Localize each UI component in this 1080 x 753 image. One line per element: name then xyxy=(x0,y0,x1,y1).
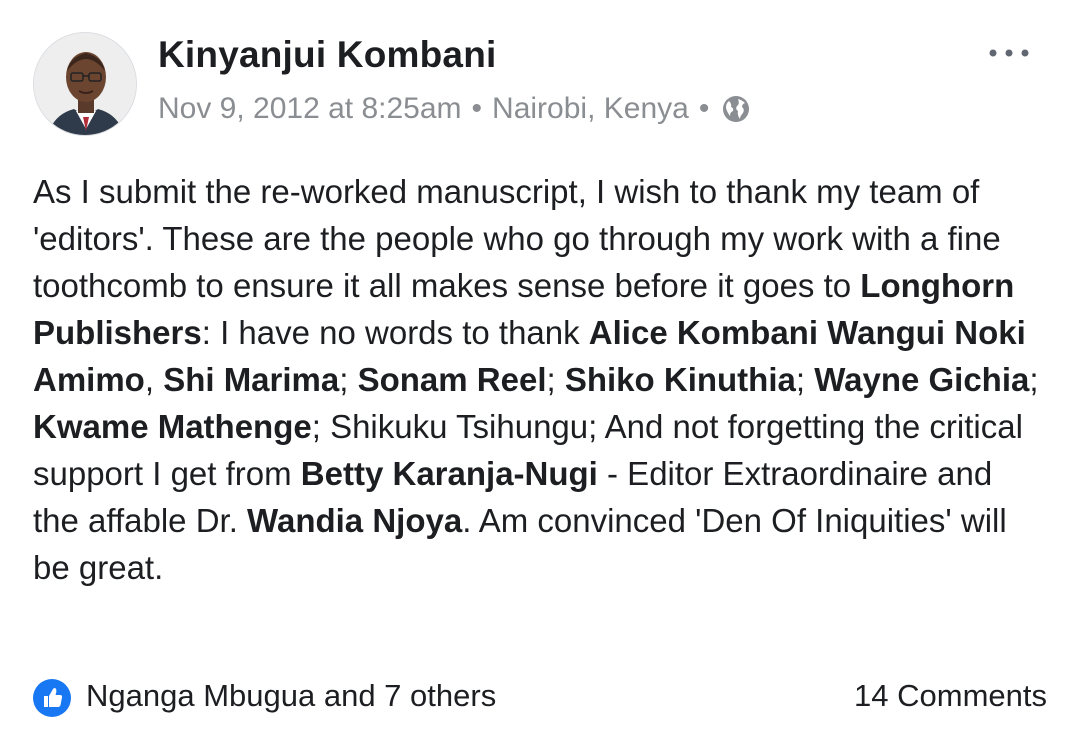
comments-count[interactable]: 14 Comments xyxy=(854,678,1047,714)
post-location[interactable]: Nairobi, Kenya xyxy=(492,92,689,126)
post-text: : I have no words to thank xyxy=(201,314,589,351)
meta-separator: • xyxy=(471,92,483,125)
post-mention[interactable]: Shi Marima xyxy=(163,361,339,398)
post-mention[interactable]: Sonam Reel xyxy=(358,361,547,398)
post-text: ; xyxy=(339,361,358,398)
post-text: , xyxy=(144,361,164,398)
post-mention[interactable]: Kwame Mathenge xyxy=(33,408,312,445)
post-text: ; xyxy=(1029,361,1039,398)
meta-separator: • xyxy=(698,92,710,125)
post-meta: Nov 9, 2012 at 8:25am • Nairobi, Kenya • xyxy=(158,92,751,126)
like-icon[interactable] xyxy=(33,679,71,717)
post-mention[interactable]: Shiko Kinuthia xyxy=(565,361,796,398)
avatar-portrait xyxy=(34,33,136,135)
post-text: As I submit the re-worked manuscript, I … xyxy=(33,173,1001,304)
more-options-icon[interactable] xyxy=(985,38,1033,68)
reactors-summary[interactable]: Nganga Mbugua and 7 others xyxy=(86,678,496,714)
post-mention[interactable]: Wandia Njoya xyxy=(247,502,462,539)
author-name[interactable]: Kinyanjui Kombani xyxy=(158,34,496,76)
post-body: As I submit the re-worked manuscript, I … xyxy=(33,168,1043,591)
post-mention[interactable]: Betty Karanja-Nugi xyxy=(301,455,598,492)
post-text: ; xyxy=(795,361,815,398)
globe-icon[interactable] xyxy=(721,94,751,124)
post-mention[interactable]: Wayne Gichia xyxy=(814,361,1029,398)
author-avatar[interactable] xyxy=(33,32,137,136)
post-timestamp[interactable]: Nov 9, 2012 at 8:25am xyxy=(158,92,462,126)
reactions-bar: Nganga Mbugua and 7 others 14 Comments xyxy=(0,668,1080,724)
post-text: ; xyxy=(546,361,565,398)
